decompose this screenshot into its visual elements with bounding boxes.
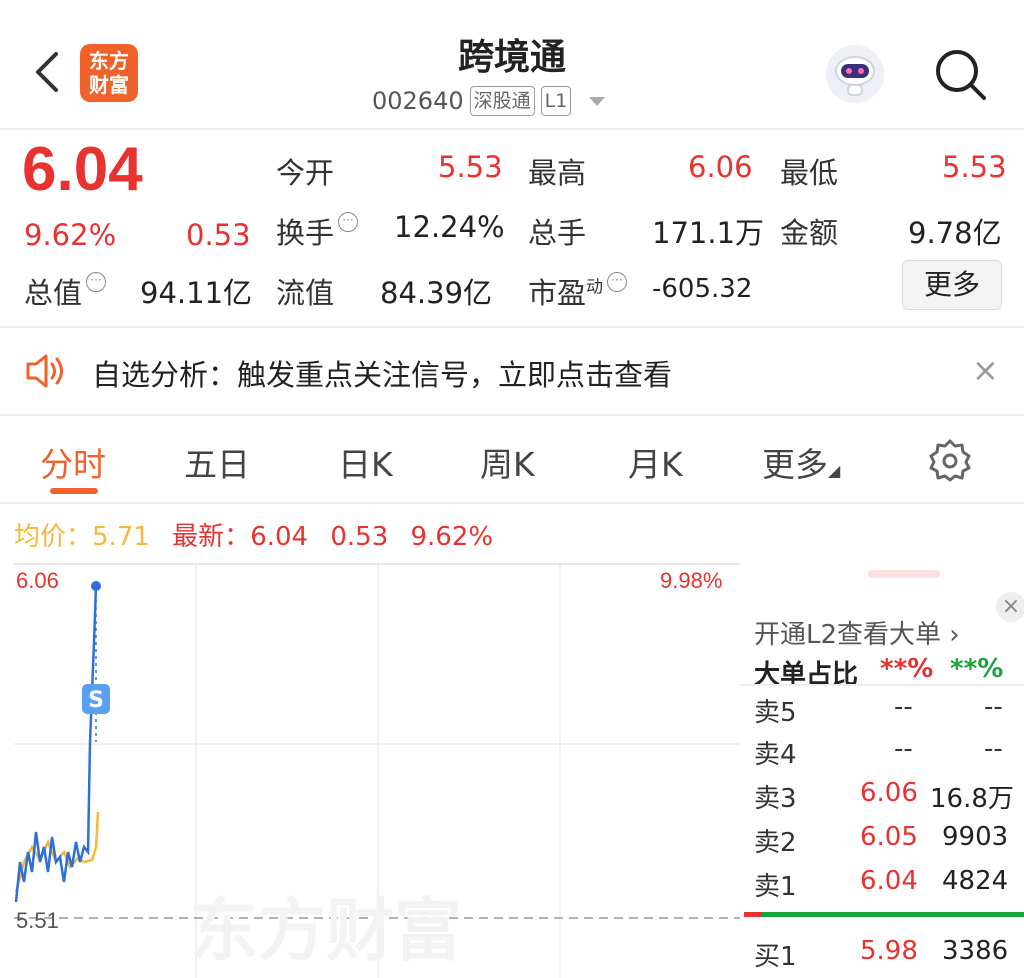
high-label: 最高 <box>528 156 587 190</box>
price-peak-dot <box>91 581 101 591</box>
tab-weekly-k[interactable]: 周K <box>480 438 535 486</box>
speaker-icon <box>26 354 63 388</box>
open-value: 5.53 <box>438 150 503 184</box>
amount-label: 金额 <box>780 216 839 250</box>
stock-code-line[interactable]: 002640 深股通 L1 <box>372 86 606 116</box>
volume-label: 总手 <box>528 216 587 250</box>
float-cap-value: 84.39亿 <box>380 276 493 310</box>
latest-percent: 9.62% <box>410 522 494 552</box>
tab-more[interactable]: 更多◢ <box>762 438 840 486</box>
watermark: 东方财富 <box>190 892 462 971</box>
change-amount: 0.53 <box>186 218 251 252</box>
search-icon[interactable] <box>930 44 990 104</box>
latest-label: 最新： <box>172 522 251 552</box>
level-label: 卖3 <box>754 784 797 814</box>
level-price: 5.98 <box>860 936 918 966</box>
level-price: 6.04 <box>860 866 918 896</box>
tab-more-label: 更多 <box>762 445 828 484</box>
tab-intraday[interactable]: 分时 <box>40 438 106 486</box>
low-value: 5.53 <box>942 150 1007 184</box>
float-cap-label: 流值 <box>276 276 335 310</box>
turnover-value: 12.24% <box>394 210 505 244</box>
level-volume: -- <box>984 734 1003 764</box>
divider <box>740 684 1024 686</box>
current-price: 6.04 <box>22 135 143 204</box>
level-price: -- <box>894 734 913 764</box>
avg-label: 均价： <box>14 522 93 552</box>
signal-marker-letter: S <box>88 688 104 713</box>
level-volume: 4824 <box>942 866 1009 896</box>
active-tab-indicator <box>50 488 98 494</box>
info-icon[interactable]: ··· <box>86 272 107 292</box>
avg-value: 5.71 <box>92 522 150 552</box>
market-cap-value: 94.11亿 <box>140 276 253 310</box>
level-label: 卖1 <box>754 872 797 902</box>
level-volume: 16.8万 <box>930 784 1014 814</box>
volume-bar-decor <box>868 570 940 578</box>
tab-five-day[interactable]: 五日 <box>184 438 250 486</box>
level-price: -- <box>894 692 913 722</box>
level-price: 6.06 <box>860 778 918 808</box>
ratio-buy: **% <box>880 654 934 684</box>
price-summary-line: 均价：5.71 最新：6.04 0.53 9.62% <box>14 516 493 553</box>
low-label: 最低 <box>780 156 839 190</box>
pe-label[interactable]: 市盈动 ··· <box>528 270 628 312</box>
ratio-sell: **% <box>950 654 1004 684</box>
shenzhen-connect-tag: 深股通 <box>469 86 535 116</box>
chart-top-percent: 9.98% <box>660 568 722 593</box>
intraday-chart[interactable]: 东方财富 6.06 9.98% 5.51 S <box>14 562 740 978</box>
latest-change: 0.53 <box>330 522 389 552</box>
info-icon[interactable]: ··· <box>338 212 359 232</box>
chart-top-price: 6.06 <box>16 568 59 593</box>
chart-base-price: 5.51 <box>16 908 59 933</box>
change-percent: 9.62% <box>24 218 117 252</box>
open-label: 今开 <box>276 156 335 190</box>
turnover-label-text: 换手 <box>276 216 335 250</box>
tab-daily-k[interactable]: 日K <box>338 438 393 486</box>
intraday-chart-svg: 东方财富 6.06 9.98% 5.51 S <box>14 562 740 978</box>
notice-text: 自选分析：触发重点关注信号，立即点击查看 <box>92 358 673 392</box>
bid-ask-bar <box>744 912 1024 917</box>
level-volume: -- <box>984 692 1003 722</box>
level-tag: L1 <box>540 86 572 116</box>
triangle-icon: ◢ <box>828 461 841 480</box>
level-volume: 3386 <box>942 936 1009 966</box>
notice-bar[interactable]: 自选分析：触发重点关注信号，立即点击查看 × <box>0 328 1024 416</box>
header: 东方 财富 跨境通 002640 深股通 L1 <box>0 0 1024 130</box>
chevron-down-icon[interactable] <box>589 96 606 106</box>
latest-value: 6.04 <box>250 522 309 552</box>
level-volume: 9903 <box>942 822 1009 852</box>
quote-panel: 6.04 9.62% 0.53 今开 5.53 最高 6.06 最低 5.53 … <box>0 130 1024 328</box>
volume-value: 171.1万 <box>652 216 765 250</box>
level-label: 卖4 <box>754 740 797 770</box>
level-price: 6.05 <box>860 822 918 852</box>
chart-tabs: 分时 五日 日K 周K 月K 更多◢ <box>0 416 1024 504</box>
more-button[interactable]: 更多 <box>902 260 1002 310</box>
info-icon[interactable]: ··· <box>607 272 628 292</box>
high-value: 6.06 <box>688 150 753 184</box>
stock-code: 002640 <box>372 87 464 115</box>
pe-label-text: 市盈 <box>528 276 587 310</box>
robot-assistant-icon[interactable] <box>826 45 884 103</box>
l2-promo-link[interactable]: 开通L2查看大单 › <box>754 614 1016 651</box>
level-label: 卖2 <box>754 828 797 858</box>
market-cap-label[interactable]: 总值 ··· <box>24 270 107 312</box>
level-label: 卖5 <box>754 698 797 728</box>
bid-ask-bar-red <box>744 912 762 917</box>
amount-value: 9.78亿 <box>908 216 1002 250</box>
pe-value: -605.32 <box>652 274 753 304</box>
gear-icon[interactable] <box>928 438 972 482</box>
close-icon[interactable]: × <box>972 354 999 386</box>
tab-monthly-k[interactable]: 月K <box>628 438 683 486</box>
pe-superscript: 动 <box>586 277 604 298</box>
market-cap-label-text: 总值 <box>24 276 83 310</box>
level-label: 买1 <box>754 942 797 972</box>
order-book-panel: × 开通L2查看大单 › 大单占比 **% **% 卖5 -- -- 卖4 --… <box>740 562 1024 978</box>
turnover-label[interactable]: 换手 ··· <box>276 210 359 252</box>
